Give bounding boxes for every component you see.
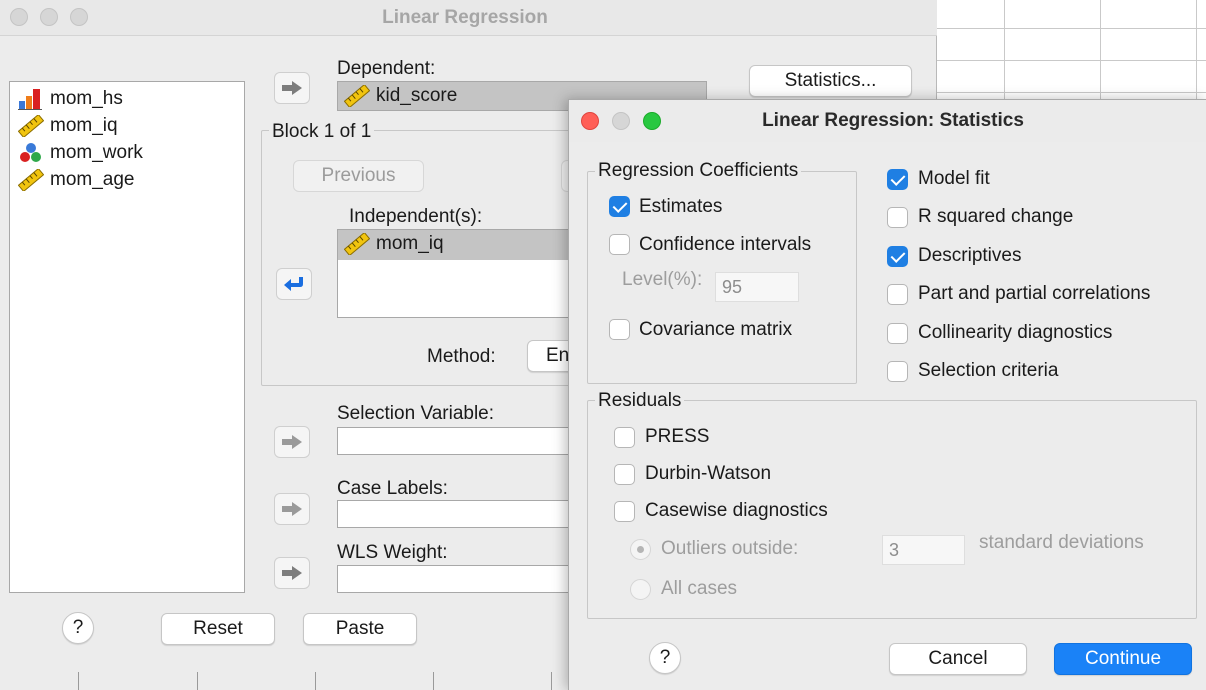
arrow-left-curved-icon <box>284 277 303 291</box>
selection-variable-label: Selection Variable: <box>337 403 495 424</box>
arrow-right-icon <box>282 81 302 95</box>
grid-line <box>937 92 1206 93</box>
casewise-label[interactable]: Casewise diagnostics <box>645 500 828 522</box>
grid-line <box>197 672 198 690</box>
grid-line <box>937 60 1206 61</box>
move-to-dependent-button[interactable] <box>274 72 310 104</box>
block-label: Block 1 of 1 <box>269 121 375 143</box>
previous-button[interactable]: Previous <box>293 160 424 192</box>
estimates-label[interactable]: Estimates <box>639 196 722 218</box>
move-to-wls-weight-button[interactable] <box>274 557 310 589</box>
cancel-button[interactable]: Cancel <box>889 643 1027 675</box>
selection-variable-field[interactable] <box>337 427 581 455</box>
std-dev-label: standard deviations <box>979 532 1144 553</box>
dependent-item[interactable]: kid_score <box>343 83 458 109</box>
stats-title-bar: Linear Regression: Statistics <box>569 100 1206 142</box>
title-bar: Linear Regression <box>0 0 937 36</box>
nominal-balls-icon <box>18 142 44 164</box>
all-cases-label: All cases <box>661 578 738 599</box>
move-to-case-labels-button[interactable] <box>274 493 310 525</box>
independent-value: mom_iq <box>376 233 444 254</box>
independent-item-selected[interactable]: mom_iq <box>338 230 582 260</box>
case-labels-label: Case Labels: <box>337 478 448 499</box>
all-cases-radio[interactable] <box>630 579 651 600</box>
grid-line <box>551 672 552 690</box>
variable-name: mom_hs <box>50 88 123 109</box>
wls-weight-label: WLS Weight: <box>337 542 448 563</box>
variable-name: mom_iq <box>50 115 118 136</box>
arrow-right-icon <box>282 502 302 516</box>
grid-line <box>78 672 79 690</box>
grid-line <box>1100 0 1101 99</box>
list-item-mom-work[interactable]: mom_work <box>18 140 143 166</box>
statistics-button[interactable]: Statistics... <box>749 65 912 97</box>
scale-ruler-icon <box>343 231 371 257</box>
move-back-independent-button[interactable] <box>276 268 312 300</box>
arrow-right-icon <box>282 566 302 580</box>
part-partial-label[interactable]: Part and partial correlations <box>918 283 1150 305</box>
stats-window-title: Linear Regression: Statistics <box>762 110 1024 131</box>
grid-line <box>1004 0 1005 99</box>
r-squared-change-checkbox[interactable] <box>887 207 908 228</box>
nominal-bar-icon <box>18 88 44 110</box>
press-label[interactable]: PRESS <box>645 426 709 448</box>
wls-weight-field[interactable] <box>337 565 581 593</box>
move-to-selection-button[interactable] <box>274 426 310 458</box>
grid-line <box>433 672 434 690</box>
outliers-label: Outliers outside: <box>661 538 799 559</box>
durbin-watson-checkbox[interactable] <box>614 464 635 485</box>
residuals-label: Residuals <box>595 390 685 412</box>
estimates-checkbox[interactable] <box>609 196 630 217</box>
collinearity-label[interactable]: Collinearity diagnostics <box>918 322 1112 344</box>
outliers-input[interactable]: 3 <box>882 535 965 565</box>
grid-line <box>937 28 1206 29</box>
independents-label: Independent(s): <box>349 206 483 227</box>
source-variable-list[interactable]: mom_hs mom_iq mom_work mom_age <box>9 81 245 593</box>
selection-criteria-label[interactable]: Selection criteria <box>918 360 1058 382</box>
outliers-radio[interactable] <box>630 539 651 560</box>
window-title: Linear Regression <box>382 7 548 28</box>
grid-line <box>1196 0 1197 99</box>
method-label: Method: <box>427 346 496 367</box>
collinearity-checkbox[interactable] <box>887 323 908 344</box>
descriptives-label[interactable]: Descriptives <box>918 245 1021 267</box>
level-label: Level(%): <box>622 269 703 290</box>
help-button[interactable]: ? <box>62 612 94 644</box>
list-item-mom-hs[interactable]: mom_hs <box>18 86 123 112</box>
model-fit-checkbox[interactable] <box>887 169 908 190</box>
press-checkbox[interactable] <box>614 427 635 448</box>
selection-criteria-checkbox[interactable] <box>887 361 908 382</box>
model-fit-label[interactable]: Model fit <box>918 168 990 190</box>
part-partial-checkbox[interactable] <box>887 284 908 305</box>
covariance-matrix-label[interactable]: Covariance matrix <box>639 319 792 341</box>
confidence-intervals-checkbox[interactable] <box>609 234 630 255</box>
list-item-mom-iq[interactable]: mom_iq <box>17 113 118 139</box>
arrow-right-icon <box>282 435 302 449</box>
scale-ruler-icon <box>17 167 45 193</box>
help-button[interactable]: ? <box>649 642 681 674</box>
regression-coefficients-label: Regression Coefficients <box>595 160 802 182</box>
paste-button[interactable]: Paste <box>303 613 417 645</box>
dependent-value: kid_score <box>376 85 458 106</box>
casewise-checkbox[interactable] <box>614 501 635 522</box>
reset-button[interactable]: Reset <box>161 613 275 645</box>
list-item-mom-age[interactable]: mom_age <box>17 167 135 193</box>
dependent-label: Dependent: <box>337 58 436 79</box>
statistics-dialog: Linear Regression: Statistics Regression… <box>568 99 1206 690</box>
confidence-intervals-label[interactable]: Confidence intervals <box>639 234 811 256</box>
scale-ruler-icon <box>343 83 371 109</box>
continue-button[interactable]: Continue <box>1054 643 1192 675</box>
case-labels-field[interactable] <box>337 500 581 528</box>
scale-ruler-icon <box>17 113 45 139</box>
covariance-matrix-checkbox[interactable] <box>609 319 630 340</box>
grid-line <box>315 672 316 690</box>
descriptives-checkbox[interactable] <box>887 246 908 267</box>
level-input[interactable]: 95 <box>715 272 799 302</box>
variable-name: mom_work <box>50 142 143 163</box>
variable-name: mom_age <box>50 169 135 190</box>
independent-item: mom_iq <box>343 231 444 257</box>
durbin-watson-label[interactable]: Durbin-Watson <box>645 463 771 485</box>
r-squared-change-label[interactable]: R squared change <box>918 206 1073 228</box>
independents-list[interactable]: mom_iq <box>337 229 582 318</box>
